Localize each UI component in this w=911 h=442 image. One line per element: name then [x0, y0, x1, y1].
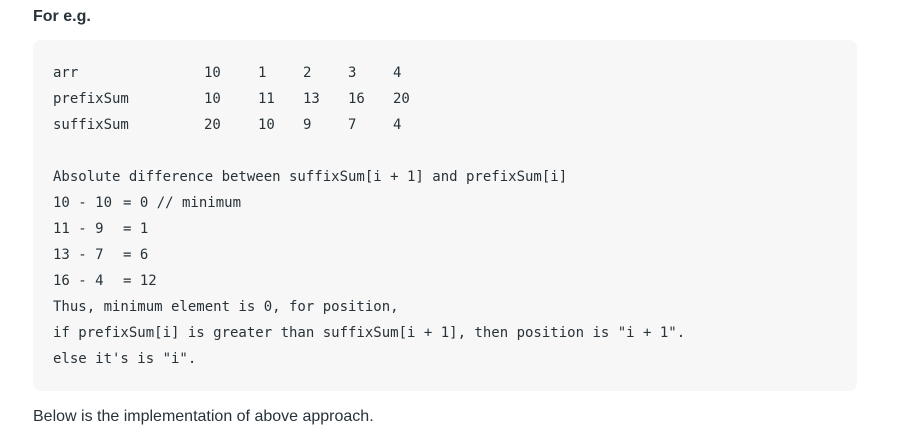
table-cell: 10 [204, 65, 221, 81]
table-cell: 9 [303, 117, 312, 133]
table-cell: 2 [303, 65, 312, 81]
table-cell: 10 [258, 117, 275, 133]
code-block: arr 10 1 2 3 4 prefixSum 10 11 13 16 20 … [33, 40, 857, 391]
table-cell: 20 [393, 91, 410, 107]
table-cell: 10 [204, 91, 221, 107]
row-label: suffixSum [53, 117, 129, 133]
table-row-prefixsum: prefixSum 10 11 13 16 20 [53, 89, 410, 109]
table-cell: 7 [348, 117, 357, 133]
calc-result: = 6 [123, 247, 149, 263]
table-cell: 20 [204, 117, 221, 133]
conclusion-line: else it's is "i". [53, 351, 197, 367]
table-row-suffixsum: suffixSum 20 10 9 7 4 [53, 115, 401, 135]
calc-line: 13 - 7 = 6 [53, 245, 148, 265]
conclusion-line: Thus, minimum element is 0, for position… [53, 299, 399, 315]
section-heading: For e.g. [33, 8, 91, 25]
footer-text: Below is the implementation of above app… [33, 408, 374, 425]
table-cell: 11 [258, 91, 275, 107]
calc-result: = 1 [123, 221, 149, 237]
calc-line: 11 - 9 = 1 [53, 219, 148, 239]
explanation-title: Absolute difference between suffixSum[i … [53, 169, 568, 185]
table-cell: 13 [303, 91, 320, 107]
conclusion-line: if prefixSum[i] is greater than suffixSu… [53, 325, 686, 341]
table-cell: 1 [258, 65, 267, 81]
calc-result: = 0 // minimum [123, 195, 242, 211]
table-cell: 4 [393, 117, 402, 133]
table-row-arr: arr 10 1 2 3 4 [53, 63, 401, 83]
table-cell: 16 [348, 91, 365, 107]
calc-expression: 16 - 4 [53, 273, 104, 289]
calc-expression: 13 - 7 [53, 247, 104, 263]
calc-expression: 11 - 9 [53, 221, 104, 237]
table-cell: 4 [393, 65, 402, 81]
table-cell: 3 [348, 65, 357, 81]
row-label: arr [53, 65, 79, 81]
calc-line: 16 - 4 = 12 [53, 271, 157, 291]
row-label: prefixSum [53, 91, 129, 107]
calc-expression: 10 - 10 [53, 195, 113, 211]
calc-line: 10 - 10 = 0 // minimum [53, 193, 241, 213]
calc-result: = 12 [123, 273, 157, 289]
